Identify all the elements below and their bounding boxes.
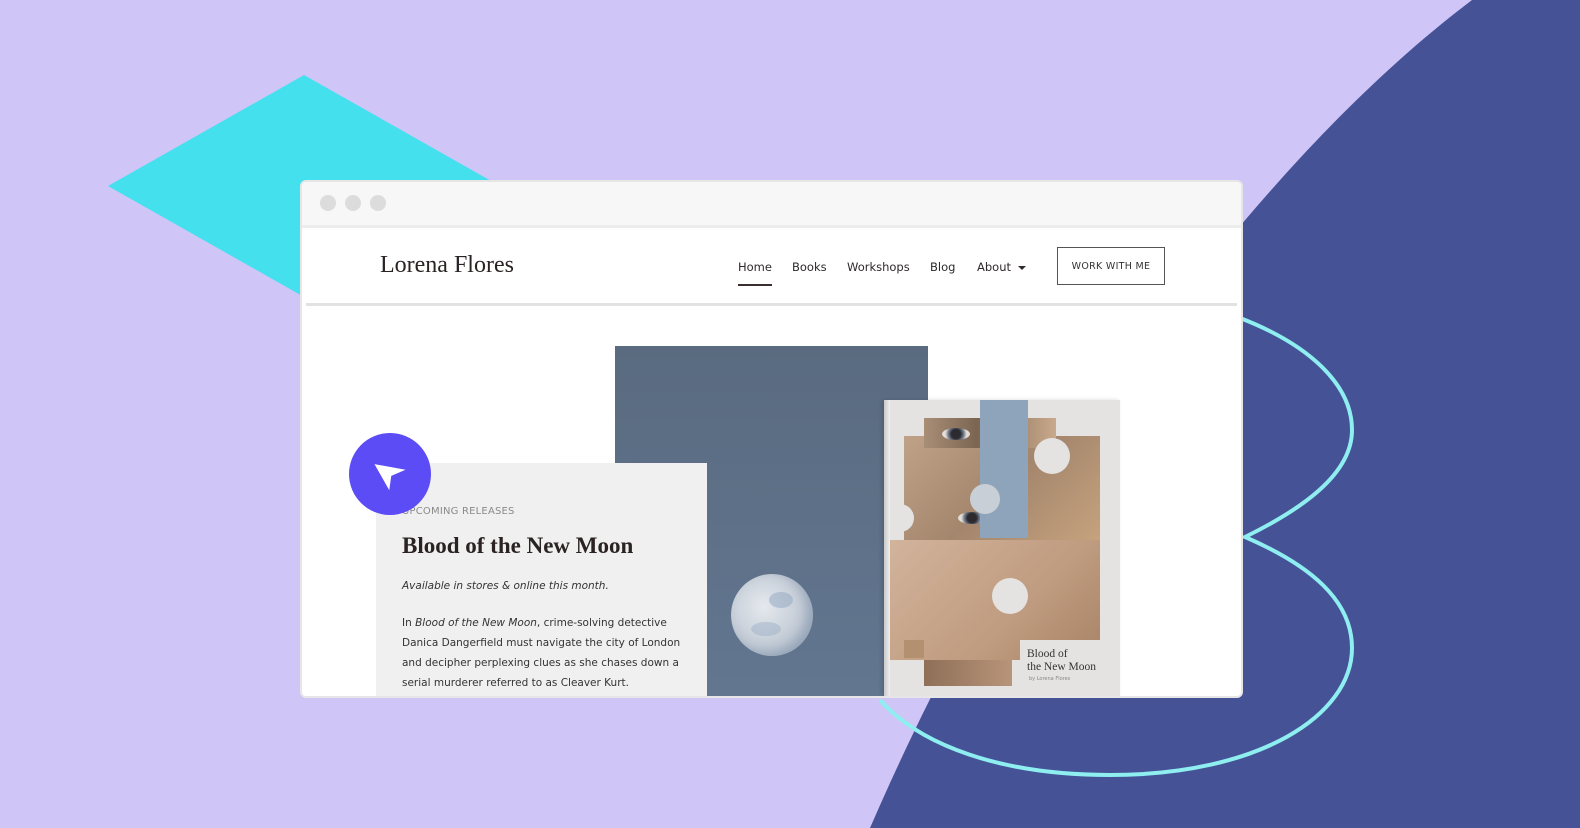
cursor-badge — [349, 433, 431, 515]
cover-circle-cutout — [970, 484, 1000, 514]
nav-books[interactable]: Books — [792, 260, 827, 274]
book-cover-title: Blood of the New Moon — [1027, 648, 1096, 674]
book-cover-image[interactable]: Blood of the New Moon by Lorena Flores — [884, 400, 1120, 696]
window-minimize-dot[interactable] — [345, 195, 361, 211]
cover-face-segment — [904, 640, 924, 658]
site-logo[interactable]: Lorena Flores — [380, 252, 514, 279]
nav-home[interactable]: Home — [738, 260, 772, 286]
book-cover-title-line: Blood of — [1027, 648, 1068, 660]
book-cover-title-line: the New Moon — [1027, 661, 1096, 673]
cover-face-segment — [924, 660, 1012, 686]
upcoming-release-card: UPCOMING RELEASES Blood of the New Moon … — [376, 463, 707, 696]
cover-blue-strip — [980, 400, 1028, 538]
nav-about[interactable]: About — [977, 260, 1011, 274]
description-book-title: Blood of the New Moon — [415, 617, 537, 629]
window-close-dot[interactable] — [320, 195, 336, 211]
moon-graphic — [731, 574, 813, 656]
book-cover-author: by Lorena Flores — [1029, 676, 1071, 682]
section-eyebrow: UPCOMING RELEASES — [402, 506, 515, 517]
book-description: In Blood of the New Moon, crime-solving … — [402, 613, 698, 693]
window-maximize-dot[interactable] — [370, 195, 386, 211]
cover-circle-cutout — [886, 504, 914, 532]
chevron-down-icon[interactable] — [1018, 266, 1026, 270]
nav-workshops[interactable]: Workshops — [847, 260, 910, 274]
description-text: In — [402, 617, 416, 629]
cover-eye — [942, 428, 970, 440]
book-title: Blood of the New Moon — [402, 533, 634, 558]
site-header: Lorena Flores Home Books Workshops Blog … — [306, 230, 1237, 306]
availability-note: Available in stores & online this month. — [402, 580, 609, 592]
work-with-me-button[interactable]: WORK WITH ME — [1057, 247, 1165, 285]
nav-blog[interactable]: Blog — [930, 260, 955, 274]
cover-circle-cutout — [1034, 438, 1070, 474]
cursor-arrow-icon — [374, 464, 406, 491]
browser-window: Lorena Flores Home Books Workshops Blog … — [300, 180, 1243, 698]
cover-circle-cutout — [992, 578, 1028, 614]
browser-titlebar — [302, 182, 1241, 228]
book-spine — [884, 400, 890, 696]
